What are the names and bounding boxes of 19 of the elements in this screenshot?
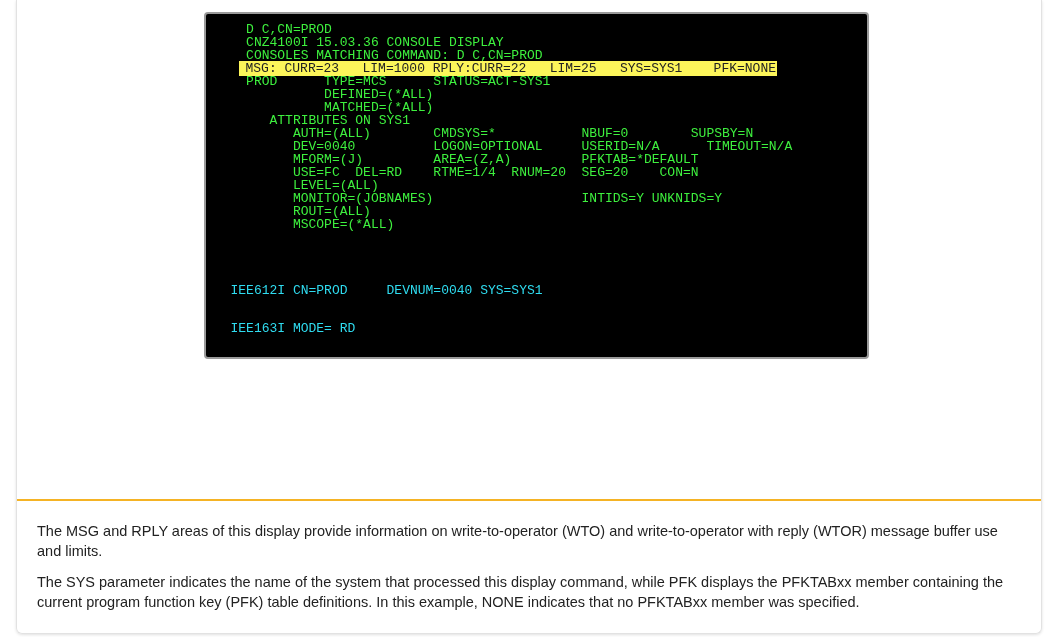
terminal-line: DEV=0040 LOGON=OPTIONAL USERID=N/A TIMEOUT=N/A: [291, 139, 793, 154]
terminal-line: CONSOLES MATCHING COMMAND: D C,CN=PROD: [245, 48, 543, 63]
terminal-line: IEE612I CN=PROD DEVNUM=0040 SYS=SYS1: [230, 283, 543, 298]
terminal-line: CNZ4100I 15.03.36 CONSOLE DISPLAY: [245, 35, 504, 50]
description-paragraph: The MSG and RPLY areas of this display provide information on write-to-operator (WTO) and write-to-operator with reply (WTOR) message buffer use and limits.: [37, 522, 999, 561]
terminal-line: PROD TYPE=MCS STATUS=ACT-SYS1: [245, 74, 551, 89]
terminal-line: ATTRIBUTES ON SYS1: [268, 113, 410, 128]
terminal-line: LEVEL=(ALL): [291, 178, 379, 193]
terminal-line: ROUT=(ALL): [291, 204, 371, 219]
terminal-line: MFORM=(J) AREA=(Z,A) PFKTAB=*DEFAULT: [291, 152, 699, 167]
description-paragraph: The SYS parameter indicates the name of the system that processed this display command, while PFK displays the PFKTABxx member containing the current program function key (PFK) table definitions. In this example, NONE indicates that no PFKTABxx member was specified.: [37, 573, 1005, 612]
terminal-line: MSCOPE=(*ALL): [291, 217, 395, 232]
terminal-line: IEE163I MODE= RD: [230, 321, 356, 336]
terminal-line: AUTH=(ALL) CMDSYS=* NBUF=0 SUPSBY=N: [291, 126, 754, 141]
terminal-line: DEFINED=(*ALL): [323, 87, 434, 102]
terminal-line: MATCHED=(*ALL): [323, 100, 434, 115]
terminal-line: MONITOR=(JOBNAMES) INTIDS=Y UNKNIDS=Y: [291, 191, 722, 206]
terminal-line: D C,CN=PROD: [245, 22, 332, 37]
terminal-line: USE=FC DEL=RD RTME=1/4 RNUM=20 SEG=20 CON=N: [291, 165, 699, 180]
